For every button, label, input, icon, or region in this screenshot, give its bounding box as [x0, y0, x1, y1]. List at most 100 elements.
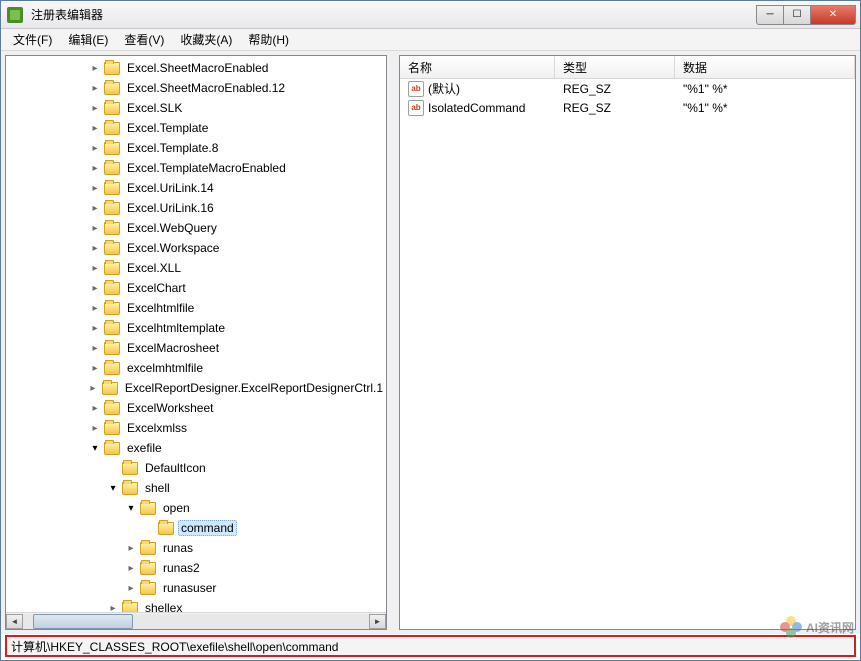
expand-icon[interactable]: ▸: [88, 141, 102, 155]
col-data[interactable]: 数据: [675, 56, 855, 78]
expand-icon[interactable]: ▸: [88, 281, 102, 295]
folder-icon: [158, 522, 174, 535]
expand-icon[interactable]: ▸: [86, 381, 100, 395]
tree-item-label: runasuser: [160, 580, 219, 596]
tree-item[interactable]: ▸ runasuser: [6, 578, 386, 598]
tree-hscrollbar[interactable]: ◄ ►: [6, 612, 386, 629]
tree-item[interactable]: ▸ ExcelChart: [6, 278, 386, 298]
scroll-track[interactable]: [23, 614, 369, 629]
menu-file[interactable]: 文件(F): [5, 29, 60, 50]
col-type[interactable]: 类型: [555, 56, 675, 78]
expand-icon[interactable]: ▸: [88, 301, 102, 315]
value-data: "%1" %*: [675, 82, 855, 96]
expand-icon[interactable]: ▸: [88, 341, 102, 355]
list-row[interactable]: ab(默认)REG_SZ"%1" %*: [400, 79, 855, 98]
expand-icon[interactable]: ▸: [88, 161, 102, 175]
col-name[interactable]: 名称: [400, 56, 555, 78]
tree-item[interactable]: ▸Excelhtmlfile: [6, 298, 386, 318]
collapse-icon[interactable]: ▾: [106, 481, 120, 495]
window-controls: ─ ☐ ✕: [757, 5, 856, 25]
no-expand-icon: [106, 461, 120, 475]
tree-item[interactable]: ▸ Excel.SheetMacroEnabled: [6, 58, 386, 78]
tree-item[interactable]: ▸Excel.Template: [6, 118, 386, 138]
expand-icon[interactable]: ▸: [88, 121, 102, 135]
tree-item[interactable]: ▸Excel.SheetMacroEnabled.12: [6, 78, 386, 98]
collapse-icon[interactable]: ▾: [124, 501, 138, 515]
titlebar[interactable]: 注册表编辑器 ─ ☐ ✕: [1, 1, 860, 29]
splitter[interactable]: [391, 55, 395, 630]
tree-item-label: Excel.SheetMacroEnabled: [124, 60, 271, 76]
tree-item-label: ExcelChart: [124, 280, 189, 296]
menu-edit[interactable]: 编辑(E): [60, 29, 116, 50]
expand-icon[interactable]: ▸: [106, 601, 120, 612]
expand-icon[interactable]: ▸: [88, 81, 102, 95]
expand-icon[interactable]: ▸: [88, 321, 102, 335]
tree-item[interactable]: ▸ Excel.UriLink.16: [6, 198, 386, 218]
registry-tree[interactable]: ▸ Excel.SheetMacroEnabled ▸Excel.SheetMacr…: [6, 56, 386, 612]
menu-view[interactable]: 查看(V): [116, 29, 172, 50]
close-button[interactable]: ✕: [810, 5, 856, 25]
folder-icon: [104, 402, 120, 415]
tree-item-label: ExcelReportDesigner.ExcelReportDesignerC…: [122, 380, 386, 396]
content-area: ▸ Excel.SheetMacroEnabled ▸Excel.SheetMacr…: [1, 51, 860, 634]
expand-icon[interactable]: ▸: [88, 221, 102, 235]
tree-item[interactable]: DefaultIcon: [6, 458, 386, 478]
app-icon: [7, 7, 23, 23]
tree-item[interactable]: ▸ExcelWorksheet: [6, 398, 386, 418]
tree-item-label: Excelxmlss: [124, 420, 190, 436]
expand-icon[interactable]: ▸: [88, 421, 102, 435]
scroll-thumb[interactable]: [33, 614, 133, 629]
tree-item[interactable]: ▸Excel.TemplateMacroEnabled: [6, 158, 386, 178]
tree-item-label: ExcelMacrosheet: [124, 340, 222, 356]
menu-help[interactable]: 帮助(H): [240, 29, 297, 50]
tree-item[interactable]: ▸Excel.WebQuery: [6, 218, 386, 238]
folder-icon: [122, 462, 138, 475]
tree-item[interactable]: ▸ runas2: [6, 558, 386, 578]
expand-icon[interactable]: ▸: [124, 561, 138, 575]
tree-item-label: Excelhtmltemplate: [124, 320, 228, 336]
collapse-icon[interactable]: ▾: [88, 441, 102, 455]
expand-icon[interactable]: ▸: [124, 541, 138, 555]
tree-item-label: runas2: [160, 560, 203, 576]
tree-item[interactable]: ▸excelmhtmlfile: [6, 358, 386, 378]
tree-item[interactable]: ▸Excel.UriLink.14: [6, 178, 386, 198]
expand-icon[interactable]: ▸: [88, 241, 102, 255]
values-list[interactable]: ab(默认)REG_SZ"%1" %*abIsolatedCommandREG_…: [400, 79, 855, 629]
menu-favorites[interactable]: 收藏夹(A): [172, 29, 240, 50]
tree-item[interactable]: ▸ Excelhtmltemplate: [6, 318, 386, 338]
tree-item-label: Excel.Template.8: [124, 140, 221, 156]
tree-item[interactable]: ▸ ExcelMacrosheet: [6, 338, 386, 358]
tree-item[interactable]: ▾exefile: [6, 438, 386, 458]
expand-icon[interactable]: ▸: [88, 401, 102, 415]
scroll-right-button[interactable]: ►: [369, 614, 386, 629]
expand-icon[interactable]: ▸: [88, 201, 102, 215]
tree-item-label: Excel.UriLink.16: [124, 200, 217, 216]
expand-icon[interactable]: ▸: [124, 581, 138, 595]
tree-item[interactable]: ▾shell: [6, 478, 386, 498]
tree-item[interactable]: ▸runas: [6, 538, 386, 558]
tree-item[interactable]: ▸ Excelxmlss: [6, 418, 386, 438]
tree-item[interactable]: ▸Excel.Workspace: [6, 238, 386, 258]
expand-icon[interactable]: ▸: [88, 101, 102, 115]
expand-icon[interactable]: ▸: [88, 261, 102, 275]
scroll-left-button[interactable]: ◄: [6, 614, 23, 629]
tree-item[interactable]: ▸ Excel.Template.8: [6, 138, 386, 158]
folder-icon: [104, 142, 120, 155]
folder-icon: [104, 62, 120, 75]
value-name: IsolatedCommand: [428, 101, 525, 115]
expand-icon[interactable]: ▸: [88, 361, 102, 375]
tree-item[interactable]: command: [6, 518, 386, 538]
list-row[interactable]: abIsolatedCommandREG_SZ"%1" %*: [400, 98, 855, 117]
tree-item[interactable]: ▸shellex: [6, 598, 386, 612]
tree-item[interactable]: ▸Excel.XLL: [6, 258, 386, 278]
tree-item[interactable]: ▾open: [6, 498, 386, 518]
expand-icon[interactable]: ▸: [88, 61, 102, 75]
maximize-button[interactable]: ☐: [783, 5, 811, 25]
statusbar: 计算机\HKEY_CLASSES_ROOT\exefile\shell\open…: [5, 635, 856, 657]
tree-item[interactable]: ▸ ExcelReportDesigner.ExcelReportDesigner…: [6, 378, 386, 398]
folder-icon: [104, 222, 120, 235]
string-value-icon: ab: [408, 81, 424, 97]
minimize-button[interactable]: ─: [756, 5, 784, 25]
tree-item[interactable]: ▸Excel.SLK: [6, 98, 386, 118]
expand-icon[interactable]: ▸: [88, 181, 102, 195]
